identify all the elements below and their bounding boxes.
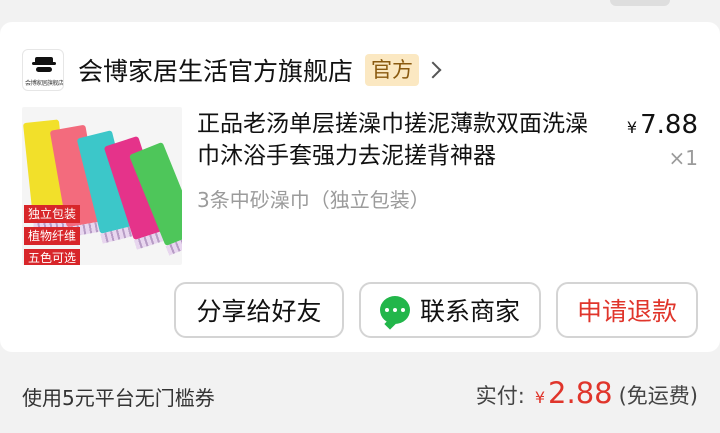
glasses-icon (36, 67, 52, 72)
contact-seller-button[interactable]: 联系商家 (359, 282, 541, 338)
currency-symbol: ¥ (534, 388, 546, 407)
previous-card-edge (610, 0, 670, 6)
paid-amount: 2.88 (548, 376, 613, 410)
contact-seller-label: 联系商家 (419, 297, 520, 326)
store-logo-text: 会博家居旗舰店 (25, 80, 63, 87)
currency-symbol: ¥ (626, 118, 638, 137)
price-value: 7.88 (640, 110, 698, 140)
store-name[interactable]: 会博家居生活官方旗舰店 (78, 52, 353, 88)
payment-summary: 使用5元平台无门槛券 实付: ¥ 2.88 (免运费) (0, 360, 720, 433)
product-variant: 3条中砂澡巾（独立包装） (197, 188, 430, 212)
top-strip (0, 0, 720, 18)
product-price: ¥7.88 (627, 110, 698, 140)
paid-label: 实付: (475, 384, 525, 408)
store-logo: 会博家居旗舰店 (22, 49, 64, 91)
amount-paid: 实付: ¥ 2.88 (免运费) (476, 376, 698, 410)
hat-brim (32, 62, 56, 65)
refund-button-label: 申请退款 (576, 297, 677, 326)
store-header[interactable]: 会博家居旗舰店 会博家居生活官方旗舰店 官方 (22, 46, 442, 94)
image-badge: 植物纤维 (24, 227, 81, 245)
chevron-right-icon[interactable] (424, 61, 442, 79)
image-badge: 独立包装 (24, 205, 81, 223)
coupon-text[interactable]: 使用5元平台无门槛券 (22, 382, 215, 411)
chat-icon (379, 296, 410, 324)
official-badge: 官方 (365, 54, 420, 86)
order-card: 会博家居旗舰店 会博家居生活官方旗舰店 官方 独立包装 植物纤维 五色可选 正品… (0, 22, 720, 352)
image-badges: 独立包装 植物纤维 五色可选 (24, 205, 81, 265)
product-quantity: ×1 (668, 146, 698, 170)
image-badge: 五色可选 (24, 249, 81, 265)
shipping-note: (免运费) (618, 384, 698, 408)
product-title[interactable]: 正品老汤单层搓澡巾搓泥薄款双面洗澡巾沐浴手套强力去泥搓背神器 (197, 108, 597, 172)
refund-button[interactable]: 申请退款 (556, 282, 698, 338)
product-image[interactable]: 独立包装 植物纤维 五色可选 (22, 107, 182, 265)
share-button-label: 分享给好友 (196, 297, 322, 326)
share-button[interactable]: 分享给好友 (174, 282, 344, 338)
